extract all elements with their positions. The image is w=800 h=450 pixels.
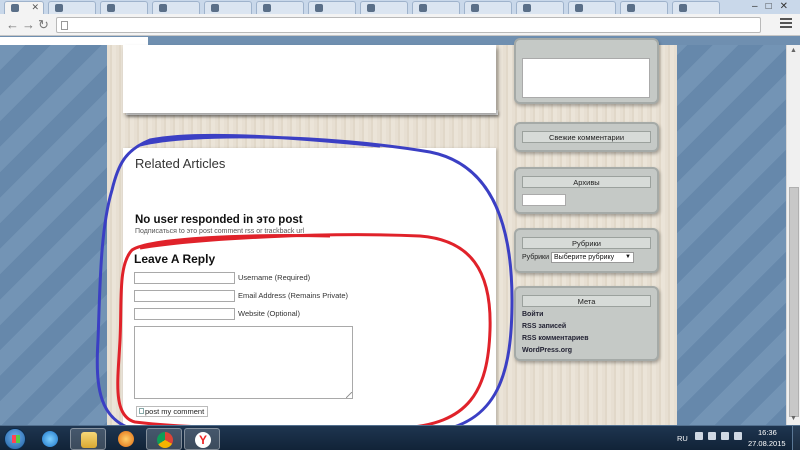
browser-tab[interactable] (308, 1, 356, 14)
tab-favicon-icon (419, 4, 427, 12)
website-field[interactable] (134, 308, 235, 320)
meta-link-login[interactable]: Войти (522, 311, 543, 318)
tab-favicon-icon (679, 4, 687, 12)
tab-favicon-icon (523, 4, 531, 12)
browser-tab[interactable] (568, 1, 616, 14)
dropdown-arrow-icon: ▼ (625, 254, 631, 260)
meta-link-wordpress[interactable]: WordPress.org (522, 347, 572, 354)
browser-tab-active[interactable]: ✕ (4, 1, 44, 14)
meta-link-rss-comments[interactable]: RSS комментариев (522, 335, 589, 342)
comment-textarea[interactable] (134, 326, 353, 399)
internet-explorer-icon (42, 431, 58, 447)
widget-categories: Рубрики Рубрики Выберите рубрику ▼ (514, 228, 659, 273)
tab-favicon-icon (159, 4, 167, 12)
tray-flag-icon[interactable] (708, 432, 716, 440)
page-scrollbar[interactable]: ▲ ▼ (786, 45, 800, 425)
widget-archives: Архивы (514, 167, 659, 214)
browser-tab[interactable] (464, 1, 512, 14)
browser-tab[interactable] (620, 1, 668, 14)
related-articles-heading: Related Articles (135, 156, 226, 171)
recent-comments-title: Свежие комментарии (522, 131, 651, 143)
resize-grip-icon[interactable] (346, 392, 352, 398)
browser-tab[interactable] (100, 1, 148, 14)
website-label: Website (Optional) (238, 309, 300, 318)
reload-icon[interactable]: ↻ (38, 17, 49, 33)
archives-title: Архивы (522, 176, 651, 188)
browser-tab-strip: ✕ –□✕ (0, 0, 800, 14)
browser-tab[interactable] (516, 1, 564, 14)
tab-favicon-icon (471, 4, 479, 12)
forward-arrow-icon[interactable]: → (22, 17, 35, 32)
widget-top-box (522, 58, 650, 98)
tab-favicon-icon (107, 4, 115, 12)
media-player-icon (118, 431, 134, 447)
tray-network-icon[interactable] (721, 432, 729, 440)
email-label: Email Address (Remains Private) (238, 291, 349, 300)
taskbar-chrome[interactable] (146, 428, 182, 450)
back-arrow-icon[interactable]: ← (6, 17, 19, 32)
tab-favicon-icon (627, 4, 635, 12)
start-button[interactable] (4, 428, 26, 450)
taskbar-yandex[interactable]: Y (184, 428, 220, 450)
categories-select-value: Выберите рубрику (554, 254, 615, 261)
taskbar-media-player[interactable] (108, 428, 144, 450)
browser-tab[interactable] (412, 1, 460, 14)
subscribe-text[interactable]: Подписаться to это post comment rss or t… (135, 228, 304, 235)
incognito-icon (11, 4, 19, 12)
browser-tab[interactable] (152, 1, 200, 14)
tab-favicon-icon (315, 4, 323, 12)
email-field[interactable] (134, 290, 235, 302)
chrome-icon (157, 432, 173, 448)
clock-date[interactable]: 27.08.2015 (748, 439, 786, 448)
categories-label: Рубрики (522, 254, 550, 261)
taskbar-explorer[interactable] (70, 428, 106, 450)
menu-icon[interactable] (780, 18, 792, 30)
tab-favicon-icon (263, 4, 271, 12)
tab-favicon-icon (211, 4, 219, 12)
categories-title: Рубрики (522, 237, 651, 249)
browser-tab[interactable] (256, 1, 304, 14)
taskbar-ie[interactable] (32, 428, 68, 450)
tray-volume-icon[interactable] (734, 432, 742, 440)
categories-select[interactable]: Выберите рубрику ▼ (551, 252, 634, 263)
window-controls[interactable]: –□✕ (752, 1, 796, 12)
scroll-thumb[interactable] (789, 187, 799, 417)
tab-favicon-icon (367, 4, 375, 12)
meta-link-rss-posts[interactable]: RSS записей (522, 323, 566, 330)
page-icon (61, 21, 68, 30)
widget-top (514, 38, 659, 104)
folder-icon (81, 432, 97, 448)
clock-time[interactable]: 16:36 (758, 428, 777, 437)
show-desktop-button[interactable] (792, 426, 800, 450)
tray-arrow-icon[interactable] (695, 432, 703, 440)
tab-favicon-icon (55, 4, 63, 12)
post-comment-button[interactable]: post my comment (136, 406, 208, 417)
taskbar: Y RU 16:36 27.08.2015 (0, 425, 800, 450)
leave-reply-heading: Leave A Reply (134, 252, 216, 266)
address-bar[interactable] (56, 17, 761, 33)
browser-toolbar: ← → ↻ (0, 14, 800, 36)
post-comment-label: post my comment (145, 407, 205, 416)
close-tab-icon[interactable]: ✕ (31, 2, 39, 13)
language-indicator[interactable]: RU (677, 434, 688, 443)
yandex-browser-icon: Y (195, 432, 211, 448)
archives-dropdown[interactable] (522, 194, 566, 206)
username-field[interactable] (134, 272, 235, 284)
browser-tab[interactable] (360, 1, 408, 14)
tab-favicon-icon (575, 4, 583, 12)
browser-tab[interactable] (204, 1, 252, 14)
scroll-up-icon[interactable]: ▲ (790, 47, 797, 54)
browser-tab[interactable] (48, 1, 96, 14)
post-card (123, 45, 496, 113)
widget-recent-comments: Свежие комментарии (514, 122, 659, 152)
browser-tab[interactable] (672, 1, 720, 14)
scroll-down-icon[interactable]: ▼ (790, 415, 797, 422)
windows-logo-icon (12, 435, 20, 443)
meta-title: Мета (522, 295, 651, 307)
username-label: Username (Required) (238, 273, 311, 282)
widget-meta: Мета Войти RSS записей RSS комментариев … (514, 286, 659, 361)
no-responses-text: No user responded in это post (135, 214, 303, 226)
broken-image-icon (139, 408, 144, 414)
bookmark-bar (0, 37, 148, 45)
